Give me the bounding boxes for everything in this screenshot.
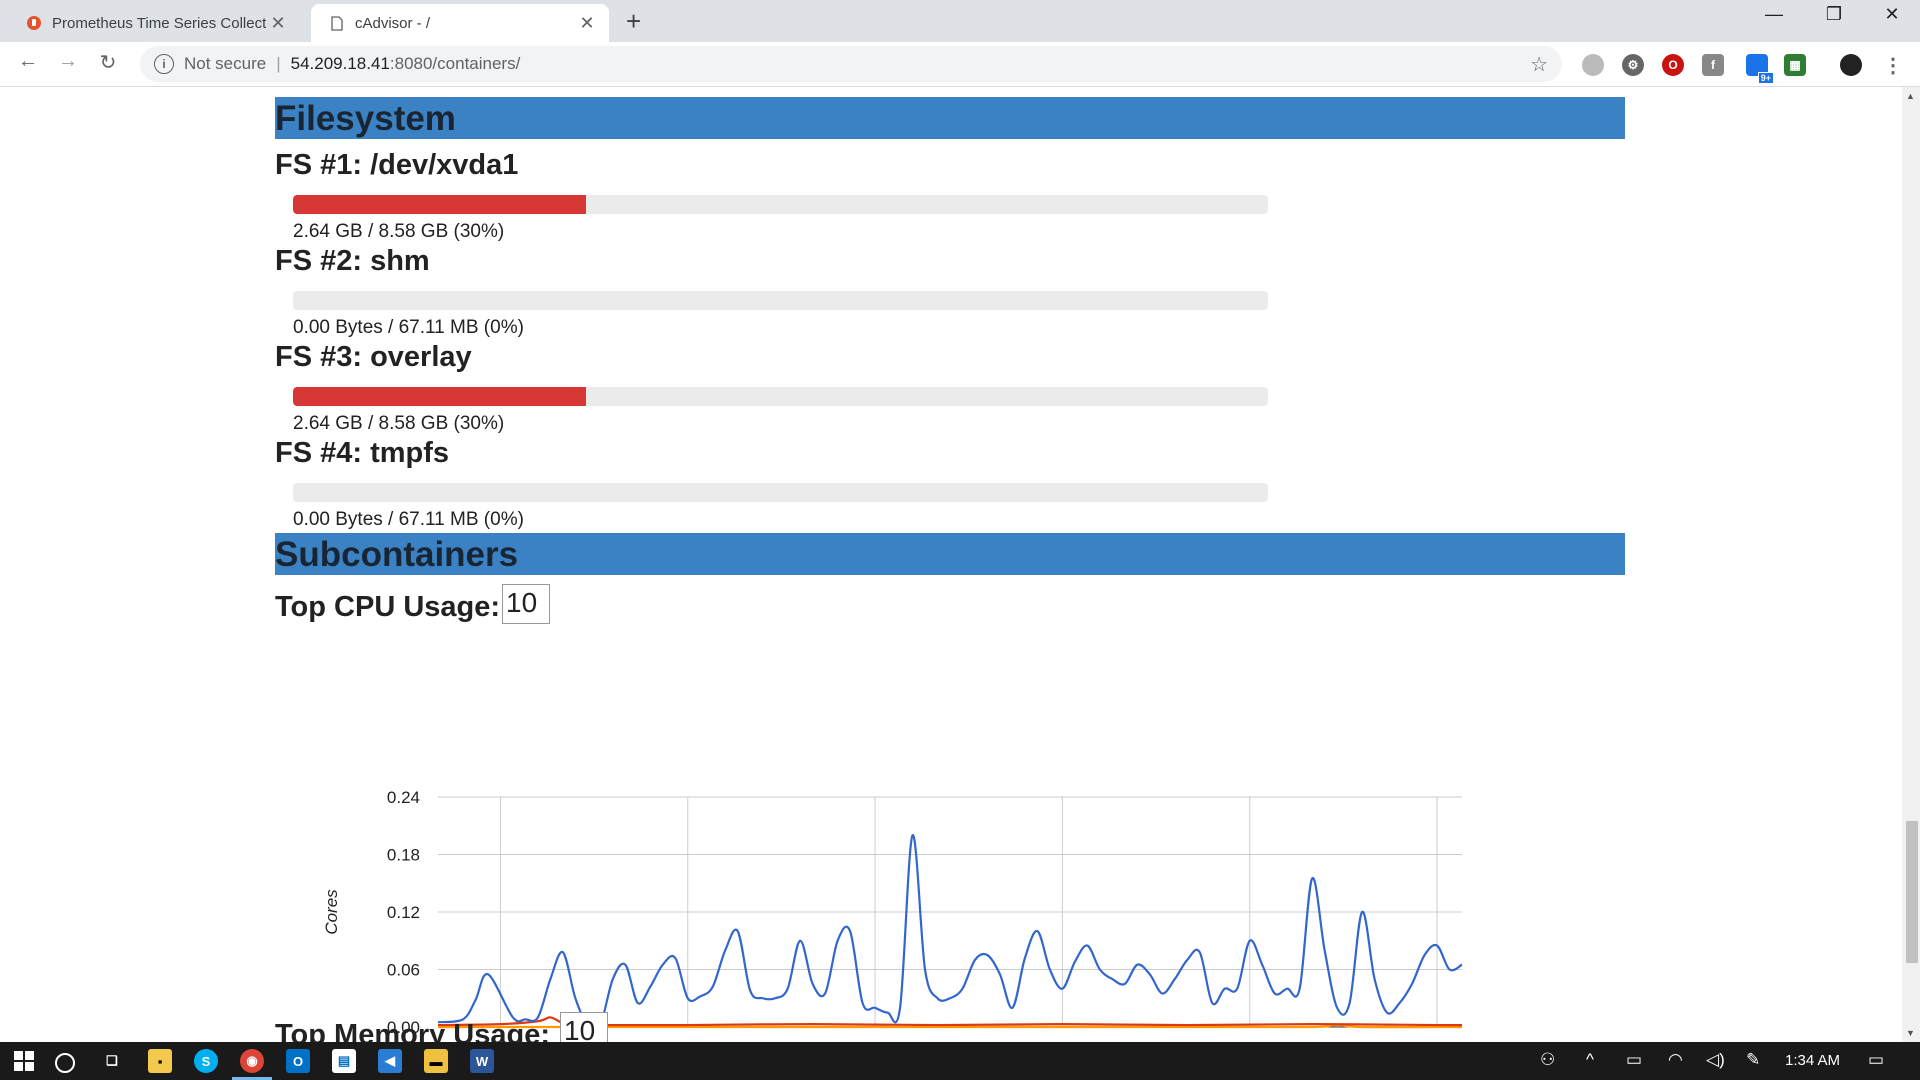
fs-usage-fill (293, 195, 586, 214)
reload-button[interactable]: ↻ (94, 50, 122, 75)
top-memory-input[interactable]: 10 (560, 1012, 608, 1042)
volume-icon[interactable]: ◁) (1706, 1050, 1725, 1070)
tab-title: Prometheus Time Series Collectio (52, 14, 266, 32)
fs-usage-bar (293, 483, 1268, 502)
y-tick-label: 0.24 (387, 788, 420, 807)
close-icon[interactable]: ✕ (575, 13, 599, 34)
sheets-icon[interactable]: ▦ (1784, 54, 1806, 76)
y-axis-label: Cores (322, 889, 341, 935)
fs-usage-text: 0.00 Bytes / 67.11 MB (0%) (293, 509, 524, 530)
y-tick-label: 0.18 (387, 846, 420, 865)
new-tab-button[interactable]: + (626, 6, 641, 37)
wifi-icon[interactable]: ◠ (1668, 1050, 1683, 1070)
url-host: 54.209.18.41 (290, 54, 390, 73)
top-cpu-input[interactable]: 10 (502, 584, 550, 624)
scroll-up-icon[interactable]: ▲ (1906, 91, 1915, 101)
opera-icon[interactable]: O (1662, 54, 1684, 76)
tab-cadvisor[interactable]: cAdvisor - / ✕ (311, 4, 609, 42)
search-icon[interactable] (55, 1053, 75, 1073)
fs-usage-text: 2.64 GB / 8.58 GB (30%) (293, 413, 505, 434)
security-label: Not secure (184, 54, 267, 73)
pen-icon[interactable]: ✎ (1746, 1050, 1760, 1070)
close-icon[interactable]: ✕ (266, 13, 290, 34)
fs-usage-text: 2.64 GB / 8.58 GB (30%) (293, 221, 505, 242)
tab-prometheus[interactable]: Prometheus Time Series Collectio ✕ (8, 4, 300, 42)
forward-button[interactable]: → (54, 50, 82, 73)
scroll-thumb[interactable] (1906, 821, 1918, 963)
vertical-scrollbar[interactable]: ▲ ▼ (1902, 87, 1920, 1042)
windows-start-icon[interactable] (12, 1049, 36, 1073)
address-bar[interactable]: i Not secure | 54.209.18.41 :8080/contai… (140, 46, 1562, 82)
chrome-icon[interactable]: ◉ (240, 1049, 264, 1073)
top-cpu-label: Top CPU Usage: (275, 591, 501, 623)
clock-time[interactable]: 1:34 AM (1785, 1052, 1840, 1069)
subcontainers-header: Subcontainers (275, 533, 1625, 575)
filesystem-header: Filesystem (275, 97, 1625, 139)
notification-icon[interactable]: ▭ (1868, 1050, 1884, 1070)
tab-title: cAdvisor - / (355, 14, 431, 32)
avatar[interactable] (1840, 54, 1862, 76)
y-tick-label: 0.06 (387, 961, 420, 980)
fs-title: FS #1: /dev/xvda1 (275, 149, 519, 181)
url-path: :8080/containers/ (389, 54, 521, 73)
info-icon[interactable]: i (154, 54, 174, 74)
tab-strip: Prometheus Time Series Collectio ✕ cAdvi… (0, 0, 1920, 42)
y-tick-label: 0.12 (387, 903, 420, 922)
word-icon[interactable]: W (470, 1049, 494, 1073)
facebook-icon[interactable]: f (1702, 54, 1724, 76)
prometheus-flame-icon (26, 15, 42, 31)
menu-icon[interactable]: ⋮ (1882, 54, 1904, 77)
badge-count: 9+ (1757, 72, 1774, 84)
battery-icon[interactable]: ▭ (1626, 1050, 1642, 1070)
divider: | (276, 54, 281, 73)
close-window-button[interactable]: ✕ (1864, 4, 1920, 25)
extension-circle-icon[interactable] (1582, 54, 1604, 76)
fs-title: FS #2: shm (275, 245, 430, 277)
vscode-icon[interactable]: ◀ (378, 1049, 402, 1073)
fs-usage-bar (293, 387, 1268, 406)
skype-icon[interactable]: S (194, 1049, 218, 1073)
fs-usage-fill (293, 387, 586, 406)
taskbar: ❏ ▪ S ◉ O ▤ ◀ ▬ W ⚇ ^ ▭ ◠ ◁) ✎ 1:34 AM ▭ (0, 1042, 1920, 1080)
fs-usage-bar (293, 195, 1268, 214)
page-content: Filesystem FS #1: /dev/xvda1 2.64 GB / 8… (0, 87, 1902, 1042)
people-icon[interactable]: ⚇ (1540, 1050, 1555, 1070)
restore-button[interactable]: ❐ (1806, 4, 1862, 25)
bookmark-star-icon[interactable]: ☆ (1530, 52, 1548, 77)
fs-usage-bar (293, 291, 1268, 310)
notepad-icon[interactable]: ▤ (332, 1049, 356, 1073)
outlook-icon[interactable]: O (286, 1049, 310, 1073)
fs-usage-text: 0.00 Bytes / 67.11 MB (0%) (293, 317, 524, 338)
chevron-up-icon[interactable]: ^ (1586, 1050, 1594, 1070)
series-line (437, 834, 1463, 1031)
cpu-usage-chart: 0.000.060.120.180.241:32:45 AM1:33:00 AM… (322, 788, 1480, 1042)
extension-gear-icon[interactable]: ⚙ (1622, 54, 1644, 76)
fs-title: FS #3: overlay (275, 341, 472, 373)
task-view-icon[interactable]: ❏ (100, 1049, 124, 1073)
minimize-button[interactable]: — (1746, 4, 1802, 25)
top-memory-label: Top Memory Usage: (275, 1019, 551, 1042)
document-icon (329, 15, 345, 31)
sticky-notes-icon[interactable]: ▪ (148, 1049, 172, 1073)
back-button[interactable]: ← (14, 50, 42, 73)
fs-title: FS #4: tmpfs (275, 437, 450, 469)
scroll-down-icon[interactable]: ▼ (1906, 1028, 1915, 1038)
file-explorer-icon[interactable]: ▬ (424, 1049, 448, 1073)
extension-badge-icon[interactable]: 9+ (1746, 54, 1774, 84)
